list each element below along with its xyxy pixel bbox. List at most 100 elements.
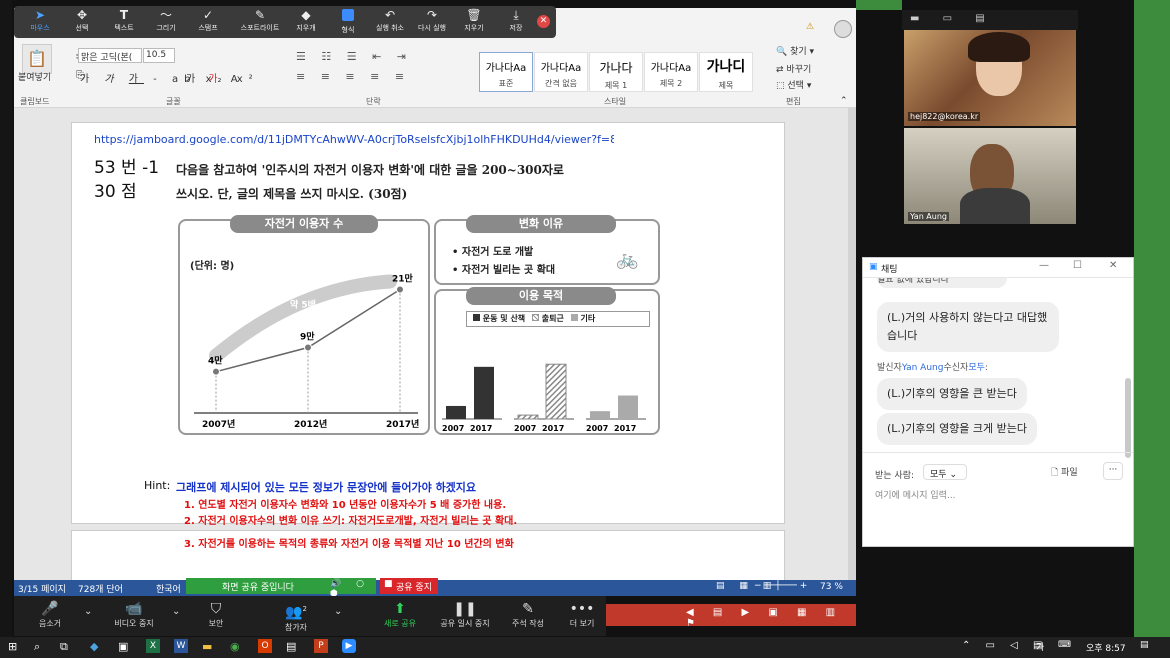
share-screen-icon: ⬆ [394, 601, 406, 617]
mute-button[interactable]: 🎤 음소거 [20, 600, 80, 629]
tool-undo[interactable]: ↶ 실행 취소 [370, 9, 410, 35]
file-button[interactable]: 🗋 파일 [1051, 465, 1078, 481]
slide-nav-icons[interactable]: ◀ ▤ ▶ ▣ ▦ ▥ ⚑ [686, 607, 856, 629]
chat-scrollbar[interactable] [1125, 378, 1131, 458]
to-name[interactable]: 모두 [968, 363, 985, 373]
clock[interactable]: 오후 8:57 [1086, 641, 1126, 654]
graph-figure: 자전거 이용자 수 (단위: 명) 약 5배 4만 2007년 9만 2012년 21만 2… [176, 215, 662, 445]
bird-app-icon[interactable]: ◆ [90, 640, 98, 653]
chrome-icon[interactable]: ◉ [230, 640, 240, 653]
from-name[interactable]: Yan Aung [902, 363, 944, 373]
growth-label: 약 5배 [290, 299, 316, 311]
tool-stamp[interactable]: ✓ 스탬프 [188, 9, 228, 35]
font-color-buttons[interactable]: 가 가 A [186, 70, 243, 85]
language[interactable]: 한국어 [156, 582, 181, 595]
paste-button[interactable]: 붙여넣기 [18, 70, 51, 83]
zoom-controls: 🎤 음소거 ⌄ 📹 비디오 중지 ⌄ ⛉ 보안 👥2 참가자 ⌄ ⬆ 새로 공유 ❚❚ 공유… [14, 596, 606, 636]
bar-x-label: 2007 [514, 424, 536, 433]
data-point [304, 343, 312, 352]
participant-video-2[interactable]: Yan Aung [904, 128, 1076, 224]
participants-button[interactable]: 👥2 참가자 [266, 600, 326, 633]
stop-share-button[interactable]: ■ 공유 중지 [380, 578, 438, 594]
chat-divider [863, 452, 1133, 453]
find-button[interactable]: 🔍 찾기 ▾ [776, 44, 814, 57]
tool-save[interactable]: ⤓ 저장 [496, 9, 536, 35]
tool-label: 텍스트 [114, 24, 134, 32]
collapse-ribbon-icon[interactable]: ⌃ [840, 96, 848, 106]
warning-icon[interactable]: ⚠ [806, 22, 814, 32]
maximize-icon[interactable]: ☐ [1073, 260, 1082, 271]
style-no-spacing[interactable]: 가나다Aa 간격 없음 [534, 52, 588, 92]
word-count[interactable]: 728개 단어 [78, 582, 123, 595]
zoom-level[interactable]: 73 % [820, 582, 843, 592]
new-share-button[interactable]: ⬆ 새로 공유 [370, 600, 430, 629]
select-button[interactable]: ⬚ 선택 ▾ [776, 78, 811, 91]
user-avatar-icon[interactable] [834, 20, 852, 38]
search-icon: 🔍 [776, 47, 788, 57]
notification-icon[interactable]: ▤ [1140, 640, 1149, 650]
pause-share-button[interactable]: ❚❚ 공유 일시 중지 [432, 600, 498, 629]
to-prefix: 수신자 [943, 363, 969, 373]
tool-select[interactable]: ✥ 선택 [62, 9, 102, 35]
scrollbar[interactable] [848, 108, 856, 580]
word-icon[interactable]: W [174, 639, 188, 653]
powerpoint-icon[interactable]: P [314, 639, 328, 653]
from-prefix: 발신자 [877, 363, 902, 373]
store-icon[interactable]: ▣ [118, 640, 128, 653]
replace-button[interactable]: ⇄ 바꾸기 [776, 62, 811, 75]
participant-video-1[interactable]: hej822@korea.kr [904, 30, 1076, 126]
tool-clear[interactable]: 🗑 지우기 [454, 9, 494, 35]
minimize-icon[interactable]: — [1039, 260, 1049, 271]
document-page[interactable]: https://jamboard.google.com/d/11jDMTYcAh… [71, 122, 785, 527]
x-tick-label: 2012년 [294, 418, 327, 430]
chevron-up-icon[interactable]: ⌄ [334, 606, 342, 617]
tool-label: 실행 취소 [376, 24, 404, 32]
style-heading2[interactable]: 가나다Aa 제목 2 [644, 52, 698, 92]
style-normal[interactable]: 가나다Aa 표준 [479, 52, 533, 92]
task-view-icon[interactable]: ⧉ [60, 640, 68, 654]
zoom-app-icon[interactable]: ▶ [342, 639, 356, 653]
close-icon[interactable]: ✕ [1109, 260, 1117, 271]
office-icon[interactable]: O [258, 639, 272, 653]
tool-eraser[interactable]: ◆ 지우개 [286, 9, 326, 35]
keyboard-icon[interactable]: ⌨ [1058, 640, 1071, 650]
tool-redo[interactable]: ↷ 다시 실행 [412, 9, 452, 35]
security-button[interactable]: ⛉ 보안 [186, 600, 246, 629]
chat-more-icon[interactable]: ··· [1103, 462, 1123, 480]
chevron-up-icon[interactable]: ⌄ [172, 606, 180, 617]
list-buttons[interactable]: ☰ ☷ ☰ ⇤ ⇥ [296, 50, 412, 63]
reason-item-2: • 자전거 빌리는 곳 확대 [452, 265, 556, 276]
align-buttons[interactable]: ≡ ≡ ≡ ≡ ≡ [296, 70, 410, 83]
excel-icon[interactable]: X [146, 639, 160, 653]
close-annotation-icon[interactable]: ✕ [537, 15, 550, 28]
chat-message: (L.)거의 사용하지 않는다고 대답했습니다 [877, 302, 1059, 352]
folder-icon[interactable]: ▬ [202, 640, 212, 653]
ime-indicator[interactable]: 가 [1036, 640, 1044, 653]
style-title[interactable]: 가나디 제목 [699, 52, 753, 92]
tool-text[interactable]: T 텍스트 [104, 9, 144, 35]
tool-draw[interactable]: 〜 그리기 [146, 9, 186, 35]
purpose-title: 이용 목적 [466, 287, 616, 305]
video-layout-icons[interactable]: ▬ ▭ ▤ [910, 13, 995, 24]
tool-mouse[interactable]: ➤ 마우스 [20, 9, 60, 35]
style-heading1[interactable]: 가나다 제목 1 [589, 52, 643, 92]
purpose-legend: 운동 및 산책 출퇴근 기타 [466, 311, 650, 327]
tool-spotlight[interactable]: ✎ 스포트라이트 [234, 9, 286, 35]
video-button[interactable]: 📹 비디오 중지 [104, 600, 164, 629]
annotate-button[interactable]: ✎ 주석 작성 [498, 600, 558, 629]
app-icon[interactable]: ▤ [286, 640, 296, 653]
jamboard-link[interactable]: https://jamboard.google.com/d/11jDMTYcAh… [94, 133, 614, 146]
search-icon[interactable]: ⌕ [34, 640, 40, 654]
chat-input[interactable]: 여기에 메시지 입력... [875, 488, 1121, 528]
chevron-up-icon[interactable]: ⌄ [84, 606, 92, 617]
chat-sender-line: 발신자Yan Aung수신자모두: [877, 363, 988, 373]
more-button[interactable]: ••• 더 보기 [552, 600, 612, 629]
recipient-select[interactable]: 모두 ⌄ [923, 464, 967, 480]
zoom-slider[interactable]: − ──┼─── + [754, 581, 807, 591]
font-name-select[interactable]: 맑은 고딕(본( [78, 48, 142, 63]
tool-format[interactable]: 형식 [328, 9, 368, 35]
page-count[interactable]: 3/15 페이지 [18, 582, 66, 595]
windows-start-icon[interactable]: ⊞ [8, 640, 17, 653]
left-edge [0, 0, 12, 637]
font-size-select[interactable]: 10.5 [143, 48, 175, 63]
